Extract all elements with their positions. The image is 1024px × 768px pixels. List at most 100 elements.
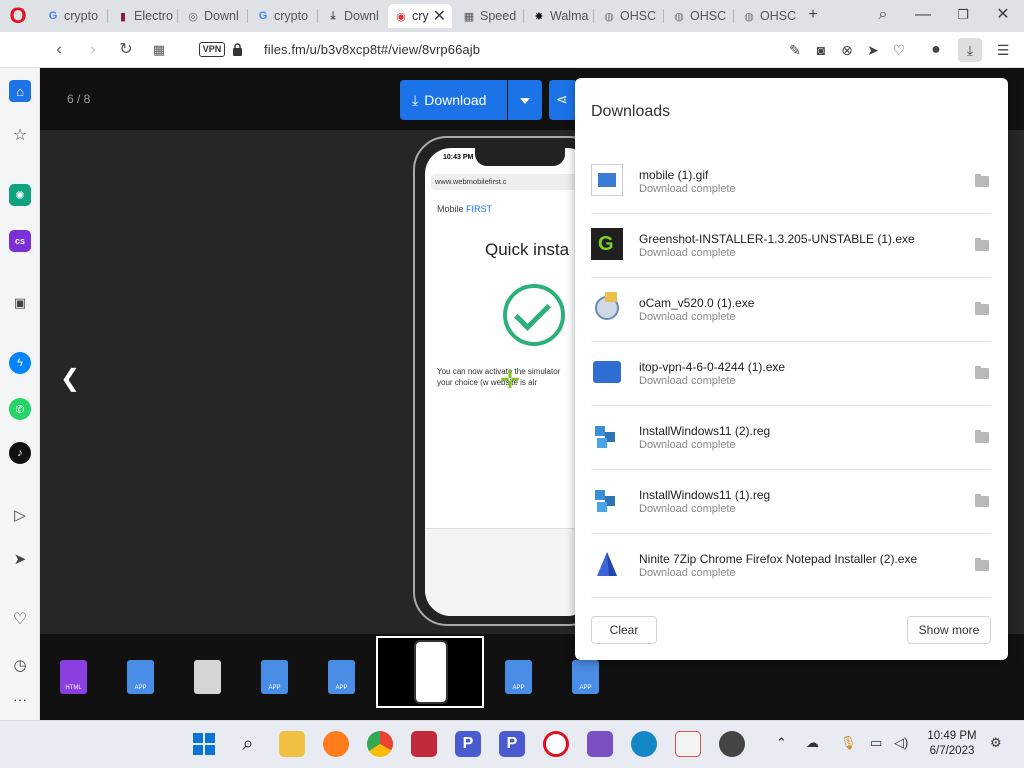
tab-label: Downl xyxy=(204,9,239,23)
search-tabs-icon[interactable]: ⌕ xyxy=(872,4,894,26)
folder-icon[interactable] xyxy=(975,558,989,571)
download-options-button[interactable] xyxy=(508,80,542,120)
download-name: InstallWindows11 (2).reg xyxy=(639,424,771,438)
download-item[interactable]: oCam_v520.0 (1).exe Download complete xyxy=(591,278,991,342)
video-editor-icon[interactable] xyxy=(587,731,613,757)
download-item[interactable]: itop-vpn-4-6-0-4244 (1).exe Download com… xyxy=(591,342,991,406)
camera-icon[interactable]: ◙ xyxy=(811,40,831,60)
more-icon[interactable]: ··· xyxy=(9,688,31,710)
download-item[interactable]: mobile (1).gif Download complete xyxy=(591,150,991,214)
folder-icon[interactable] xyxy=(975,494,989,507)
folder-icon[interactable] xyxy=(975,366,989,379)
clear-button[interactable]: Clear xyxy=(591,616,657,644)
restore-icon[interactable]: ❐ xyxy=(952,4,974,26)
office-icon[interactable] xyxy=(675,731,701,757)
minimize-icon[interactable]: — xyxy=(912,4,934,26)
windows-start-icon[interactable] xyxy=(191,731,217,757)
messenger-icon[interactable]: ϟ xyxy=(9,352,31,374)
easy-setup-icon[interactable]: ☰ xyxy=(993,40,1013,60)
url-field[interactable]: files.fm/u/b3v8xcp8t#/view/8vrp66ajb xyxy=(264,42,480,57)
star-icon[interactable]: ☆ xyxy=(9,124,31,146)
download-name: itop-vpn-4-6-0-4244 (1).exe xyxy=(639,360,786,374)
pdf-app-2-icon[interactable]: P xyxy=(499,731,525,757)
lock-icon[interactable] xyxy=(232,43,243,56)
edge-icon[interactable] xyxy=(631,731,657,757)
opera-logo-icon[interactable]: O xyxy=(6,5,30,27)
tab-11[interactable]: ◍ OHSC xyxy=(736,4,804,28)
download-item[interactable]: Ninite 7Zip Chrome Firefox Notepad Insta… xyxy=(591,534,991,598)
folder-icon[interactable] xyxy=(975,430,989,443)
tiktok-icon[interactable]: ♪ xyxy=(9,442,31,464)
cloud-offline-icon[interactable]: ☁ xyxy=(806,735,819,751)
reload-icon[interactable]: ↻ xyxy=(115,39,137,61)
close-window-icon[interactable]: ✕ xyxy=(992,4,1014,26)
download-item[interactable]: InstallWindows11 (1).reg Download comple… xyxy=(591,470,991,534)
search-icon[interactable]: ⌕ xyxy=(235,731,261,757)
firefox-icon[interactable] xyxy=(323,731,349,757)
tab-3[interactable]: ◎ Downl xyxy=(180,4,248,28)
thumbnail-app-icon[interactable]: APP xyxy=(127,660,154,694)
close-tab-icon[interactable]: ✕ xyxy=(433,6,446,26)
show-more-button[interactable]: Show more xyxy=(907,616,991,644)
thumbnail-html-icon[interactable]: HTML xyxy=(60,660,87,694)
forward-icon[interactable]: › xyxy=(82,39,104,61)
tab-2[interactable]: ▮ Electro xyxy=(110,4,178,28)
folder-icon[interactable] xyxy=(975,174,989,187)
download-button[interactable]: ⤓ Download xyxy=(400,80,507,120)
history-icon[interactable]: ◷ xyxy=(9,654,31,676)
edit-icon[interactable]: ✎ xyxy=(785,40,805,60)
thumbnail-app-icon[interactable]: APP xyxy=(261,660,288,694)
system-clock[interactable]: 10:49 PM 6/7/2023 xyxy=(920,729,984,759)
tab-9[interactable]: ◍ OHSC xyxy=(596,4,664,28)
vpn-badge[interactable]: VPN xyxy=(199,42,225,57)
opera-taskbar-icon[interactable] xyxy=(543,731,569,757)
tab-7[interactable]: ▦ Speed xyxy=(456,4,524,28)
tab-8[interactable]: ✸ Walma xyxy=(526,4,594,28)
thumbnail-app-icon[interactable]: APP xyxy=(505,660,532,694)
heart-icon[interactable]: ♡ xyxy=(889,40,909,60)
thumbnail-selected[interactable] xyxy=(376,636,484,708)
bookmark-icon: ▮ xyxy=(119,10,127,23)
download-status: Download complete xyxy=(639,311,736,323)
tab-1[interactable]: G crypto xyxy=(40,4,108,28)
whatsapp-icon[interactable]: ✆ xyxy=(9,398,31,420)
tab-4[interactable]: G crypto xyxy=(250,4,318,28)
ocam-taskbar-icon[interactable] xyxy=(411,731,437,757)
media-player-icon[interactable] xyxy=(719,731,745,757)
home-icon[interactable]: ⌂ xyxy=(9,80,31,102)
tab-label: OHSC xyxy=(690,9,727,23)
tray-chevron-icon[interactable]: ⌃ xyxy=(776,735,787,751)
share-button[interactable]: ⋖ xyxy=(549,80,577,120)
thumbnail-app-icon[interactable]: APP xyxy=(328,660,355,694)
volume-icon[interactable]: ◁) xyxy=(894,735,908,751)
player-icon[interactable]: ▷ xyxy=(9,504,31,526)
notifications-icon[interactable]: ⚙ xyxy=(990,735,1002,751)
folder-icon[interactable] xyxy=(975,238,989,251)
tab-5[interactable]: ⤓ Downl xyxy=(320,4,388,28)
tab-6-active[interactable]: ◉ cry ✕ xyxy=(388,4,452,28)
chatsonic-icon[interactable]: cs xyxy=(9,230,31,252)
send-icon[interactable]: ➤ xyxy=(9,548,31,570)
heart-icon[interactable]: ♡ xyxy=(9,608,31,630)
downloads-icon[interactable]: ⤓ xyxy=(958,38,982,62)
tab-10[interactable]: ◍ OHSC xyxy=(666,4,734,28)
tab-grid-icon[interactable]: ▦ xyxy=(148,39,170,61)
shopping-bag-icon[interactable]: ▣ xyxy=(9,292,31,314)
block-icon[interactable]: ⊗ xyxy=(837,40,857,60)
send-icon[interactable]: ➤ xyxy=(863,40,883,60)
display-icon[interactable]: ▭ xyxy=(870,735,882,751)
download-item[interactable]: G Greenshot-INSTALLER-1.3.205-UNSTABLE (… xyxy=(591,214,991,278)
previous-arrow-icon[interactable]: ❮ xyxy=(60,364,80,393)
thumbnail-app-icon[interactable]: APP xyxy=(572,660,599,694)
file-explorer-icon[interactable] xyxy=(279,731,305,757)
new-tab-icon[interactable]: + xyxy=(802,4,824,26)
folder-icon[interactable] xyxy=(975,302,989,315)
back-icon[interactable]: ‹ xyxy=(48,39,70,61)
thumbnail-file-icon[interactable] xyxy=(194,660,221,694)
chatgpt-icon[interactable]: ✺ xyxy=(9,184,31,206)
profile-icon[interactable]: ● xyxy=(926,40,946,60)
download-item[interactable]: InstallWindows11 (2).reg Download comple… xyxy=(591,406,991,470)
microphone-icon[interactable]: 🎙 xyxy=(840,735,857,751)
chrome-icon[interactable] xyxy=(367,731,393,757)
pdf-app-icon[interactable]: P xyxy=(455,731,481,757)
